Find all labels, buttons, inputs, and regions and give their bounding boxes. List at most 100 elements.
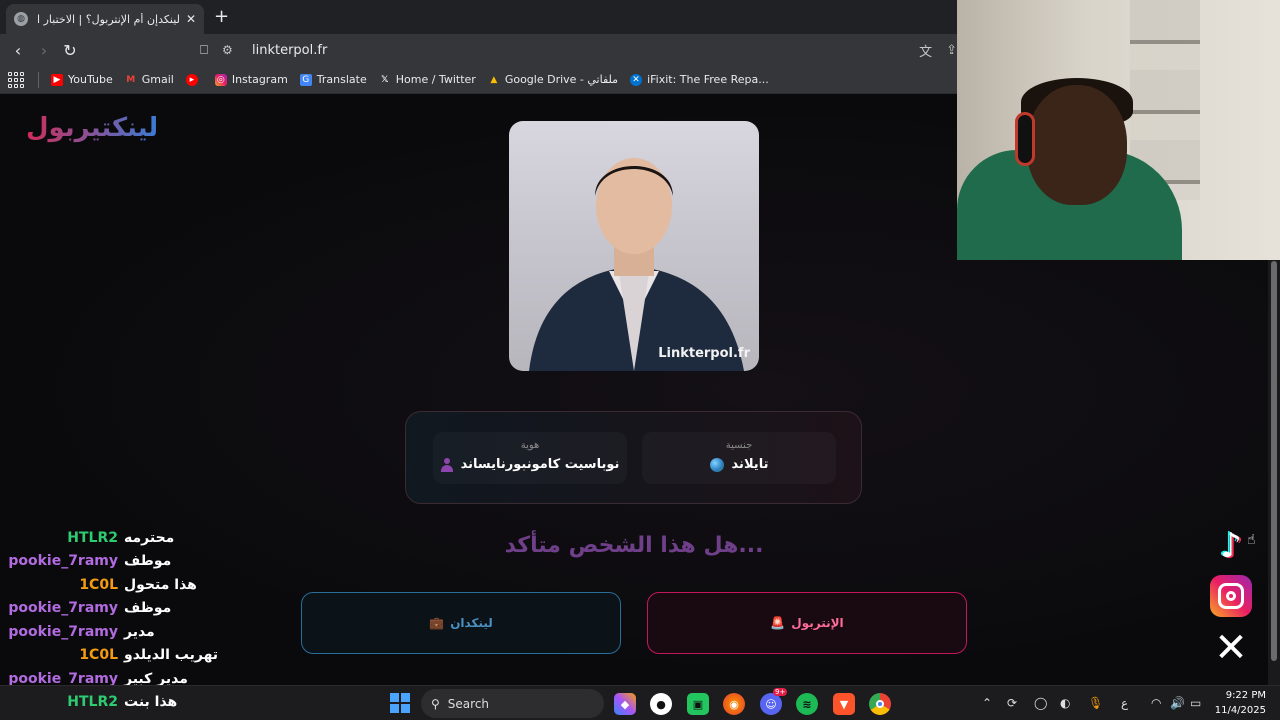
chrome-icon[interactable] [869,693,891,715]
system-clock[interactable]: 9:22 PM 11/4/2025 [1212,688,1266,718]
ifixit-icon: ✕ [630,73,643,86]
youtube-music-icon: ▸ [185,73,198,86]
chat-message: pookie_7ramy مدير [0,620,240,644]
tiktok-icon[interactable]: ♪ [1210,525,1252,567]
person-info-card: جنسية تايلاند هوية نوباسيت كامونبورنايسا… [405,411,862,504]
translate-page-icon[interactable]: 文 [919,41,932,60]
chat-username: 1C0L [79,576,118,593]
chat-username: pookie_7ramy [8,623,118,640]
nationality-label: جنسية [725,440,753,451]
chat-text: مدير [124,623,155,640]
chat-username: pookie_7ramy [8,553,118,570]
scrollbar-thumb[interactable] [1271,261,1277,661]
photo-watermark: Linkterpol.fr [658,346,750,361]
share-icon[interactable]: ⇪ [946,43,957,58]
taskbar-search[interactable]: ⚲ Search [421,689,604,718]
bookmark-label: iFixit: The Free Repa... [647,73,769,86]
chat-text: موظف [124,600,172,617]
discord-icon[interactable]: ☺ [760,693,782,715]
linkedin-button[interactable]: لينكدان 💼 [301,592,621,654]
x-icon[interactable]: ✕ [1210,625,1252,671]
translate-icon: G [299,73,312,86]
back-button[interactable]: ‹ [6,38,30,62]
webcam-overlay [957,0,1280,260]
person-icon [440,457,453,472]
linkedin-button-label: لينكدان [450,616,493,630]
nationality-value: تايلاند [642,457,836,472]
sync-icon[interactable]: ⟳ [1007,696,1017,710]
headset-icon [1015,112,1035,166]
drive-icon: ▲ [490,74,498,85]
bookmark-twitter[interactable]: 𝕏 Home / Twitter [379,73,476,86]
interpol-button[interactable]: الإنتربول 🚨 [647,592,967,654]
siren-icon: 🚨 [770,616,786,630]
streamer-head [1027,85,1127,205]
tab-title: لينكدإن أم الإنتربول؟ | الاختبار الأكثر [36,12,180,26]
bookmark-separator [38,71,39,88]
bookmark-label: Google Drive - ملفاتي [504,73,619,86]
bookmark-translate[interactable]: G Translate [299,73,367,86]
screen: ◍ لينكدإن أم الإنتربول؟ | الاختبار الأكث… [0,0,1280,720]
new-tab-button[interactable]: + [214,6,229,27]
bookmark-ifixit[interactable]: ✕ iFixit: The Free Repa... [630,73,769,86]
obs-icon[interactable]: ● [650,693,672,715]
chat-username: HTLR2 [67,529,118,546]
tray-app-icon[interactable]: ◯ [1034,696,1047,710]
bookmark-label: Instagram [231,73,288,86]
spotify-icon[interactable]: ≋ [796,693,818,715]
youtube-icon: ▶ [51,73,63,86]
url-text[interactable]: linkterpol.fr [252,43,905,58]
chat-message: HTLR2 محترمه [0,526,240,550]
discord-badge: 9+ [773,688,788,696]
identity-field: هوية نوباسيت كامونبورنايساند [433,432,627,484]
chat-message: 1C0L هذا متحول [0,573,240,597]
bookmark-youtube[interactable]: ▶ YouTube [51,73,113,86]
chat-text: هذا بنت [124,694,178,711]
reload-button[interactable]: ↻ [58,38,82,62]
close-tab-icon[interactable]: ✕ [186,12,196,26]
person-portrait-image [529,158,744,371]
bookmark-label: YouTube [68,73,113,86]
bookmark-label: Gmail [141,73,174,86]
bookmark-gmail[interactable]: M Gmail [125,73,174,86]
battery-icon[interactable]: ▭ [1190,696,1201,710]
site-logo[interactable]: لينكتيربول [26,113,158,143]
tray-overflow-icon[interactable]: ⌃ [982,696,992,710]
wifi-icon[interactable]: ◠ [1151,696,1161,710]
globe-icon [709,457,724,472]
bookmark-youtube-music[interactable]: ▸ [185,73,203,86]
steam-icon[interactable]: ◐ [1060,696,1070,710]
windows-start-icon[interactable] [390,693,410,713]
search-label: Search [447,696,490,711]
bookmark-drive[interactable]: ▲ Google Drive - ملفاتي [488,73,618,86]
chat-message: HTLR2 هذا بنت [0,691,240,715]
site-settings-icon[interactable]: ⚙ [222,43,240,57]
browser-tab-active[interactable]: ◍ لينكدإن أم الإنتربول؟ | الاختبار الأكث… [6,4,204,34]
question-heading: ...هل هذا الشخص متأكد [504,533,764,558]
volume-icon[interactable]: 🔊 [1170,696,1185,710]
copilot-icon[interactable]: ◆ [614,693,636,715]
firefox-icon[interactable]: ◉ [723,693,745,715]
identity-text: نوباسيت كامونبورنايساند [460,457,620,472]
bookmark-instagram[interactable]: ◎ Instagram [214,73,288,86]
instagram-icon[interactable] [1210,575,1252,617]
app-icon[interactable]: ▣ [687,693,709,715]
person-photo: Linkterpol.fr [509,121,759,371]
forward-button[interactable]: › [32,38,56,62]
bookmark-icon[interactable]: ⎕ [192,38,216,62]
clock-time: 9:22 PM [1225,690,1266,701]
address-bar[interactable]: ⚙ linkterpol.fr 文 ⇪ [222,38,957,62]
page-scrollbar[interactable] [1268,255,1280,685]
x-icon: 𝕏 [381,74,389,85]
microphone-icon[interactable]: 🎙 [1088,696,1103,710]
chat-message: pookie_7ramy موظف [0,597,240,621]
chat-text: محترمه [124,529,175,546]
language-indicator[interactable]: ع [1121,696,1128,710]
brave-icon[interactable]: ▼ [833,693,855,715]
instagram-icon: ◎ [214,73,227,86]
chat-message: pookie_7ramy موطف [0,550,240,574]
apps-icon[interactable] [8,71,24,88]
briefcase-icon: 💼 [429,616,445,630]
bookmark-label: Home / Twitter [395,73,476,86]
identity-label: هوية [520,440,540,451]
